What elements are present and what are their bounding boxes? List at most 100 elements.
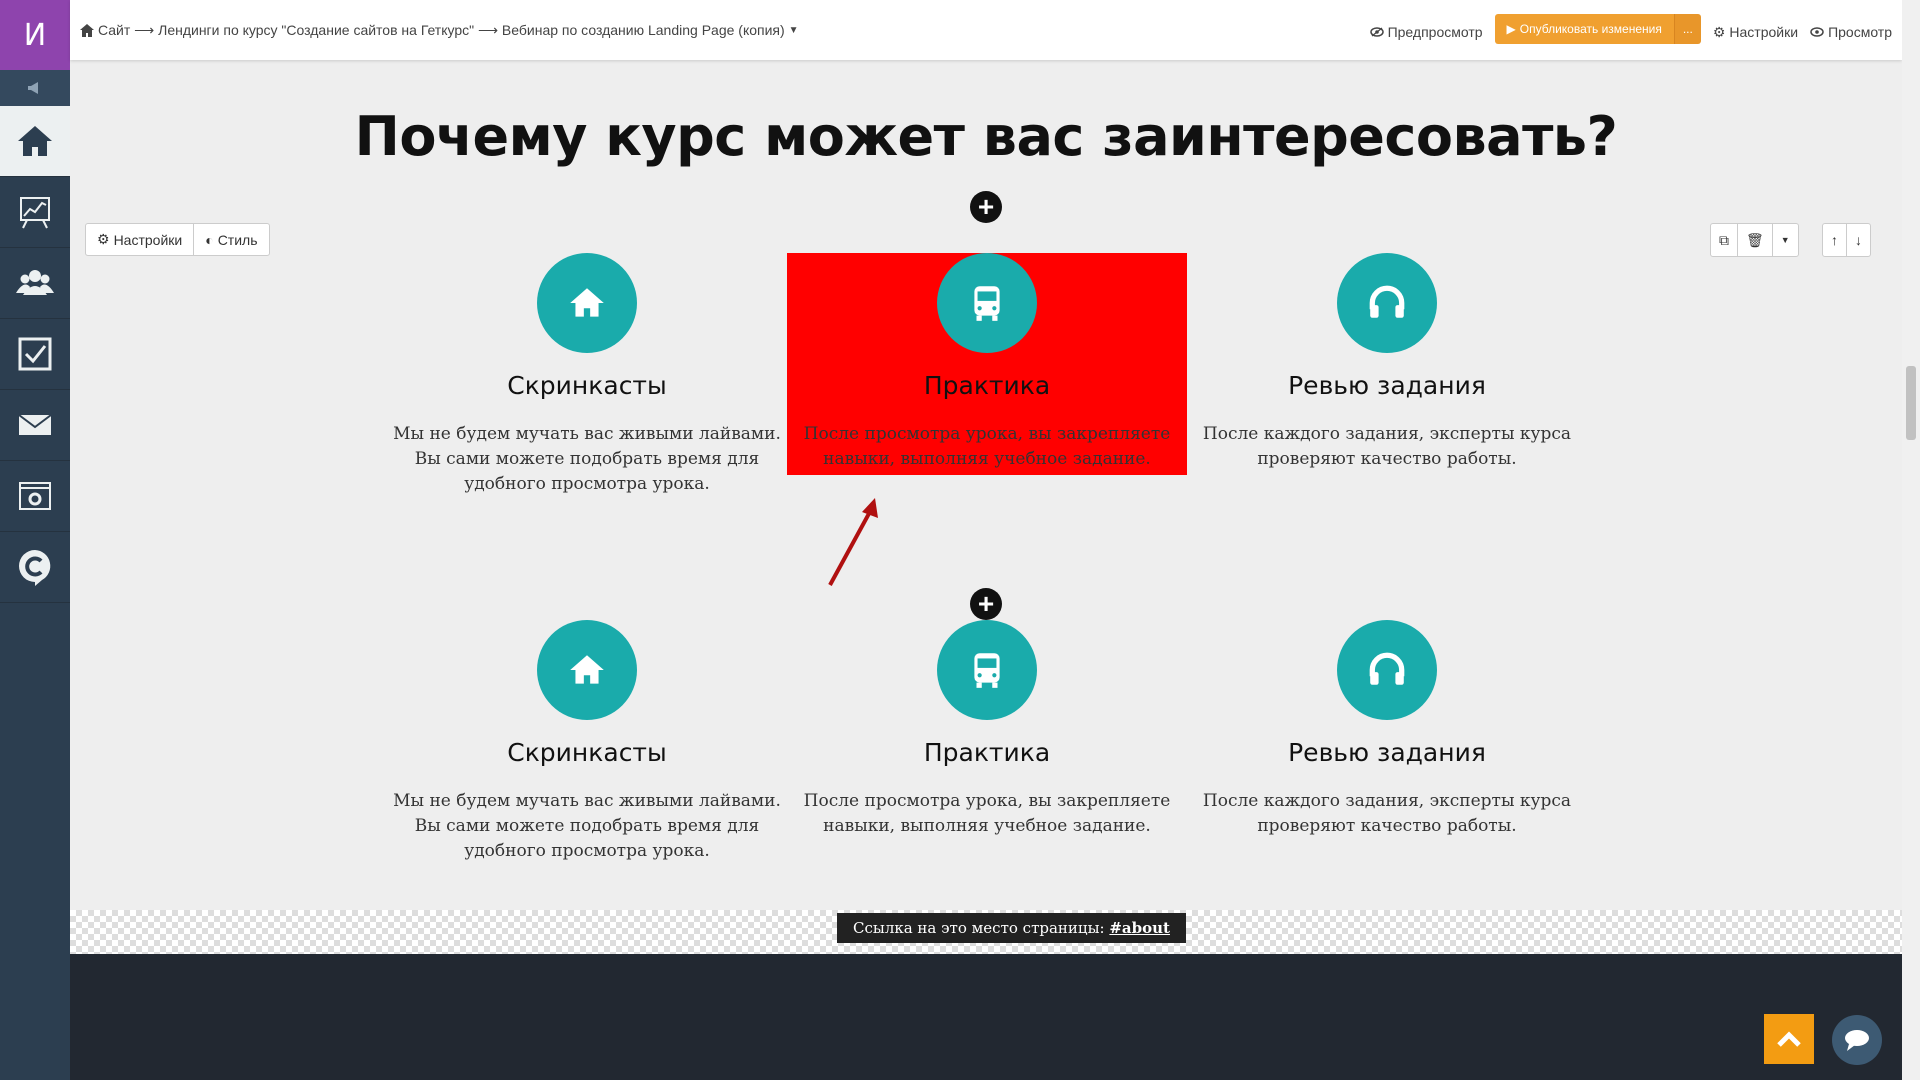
- publish-label: Опубликовать изменения: [1519, 22, 1662, 36]
- c-logo-icon: [19, 550, 51, 586]
- publish-button[interactable]: ▶ Опубликовать изменения: [1494, 14, 1674, 44]
- feature-item[interactable]: Ревью задания После каждого задания, экс…: [1187, 253, 1587, 472]
- add-block-button[interactable]: +: [970, 191, 1002, 223]
- feature-icon-circle: [537, 620, 637, 720]
- sidebar-item-chat[interactable]: [0, 532, 70, 603]
- anchor-label-text: Ссылка на это место страницы:: [853, 919, 1105, 937]
- feature-description: Мы не будем мучать вас живыми лайвами. В…: [393, 791, 781, 861]
- gear-icon: ⚙: [97, 231, 110, 247]
- sidebar-item-chart[interactable]: [0, 177, 70, 248]
- mail-icon: [18, 414, 52, 435]
- feature-icon-circle: [937, 253, 1037, 353]
- chat-icon: [1845, 1030, 1869, 1051]
- feature-item[interactable]: Ревью задания После каждого задания, экс…: [1187, 620, 1587, 839]
- block-style-button[interactable]: ◐ Стиль: [193, 224, 268, 255]
- sidebar-item-tasks[interactable]: [0, 319, 70, 390]
- breadcrumb[interactable]: Сайт ⟶ Лендинги по курсу "Создание сайто…: [80, 22, 799, 39]
- arrow-up-icon: ↑: [1831, 232, 1838, 248]
- preview-label: Предпросмотр: [1387, 24, 1483, 40]
- headphones-icon: [1369, 285, 1405, 318]
- feature-title: Ревью задания: [1288, 738, 1486, 767]
- feature-title: Скринкасты: [507, 371, 667, 400]
- feature-title: Скринкасты: [507, 738, 667, 767]
- settings-window-icon: [19, 482, 51, 510]
- feature-description: После просмотра урока, вы закрепляете на…: [803, 791, 1171, 836]
- breadcrumb-text: Сайт ⟶ Лендинги по курсу "Создание сайто…: [98, 22, 785, 38]
- preview-link[interactable]: Предпросмотр: [1369, 24, 1483, 40]
- view-link[interactable]: Просмотр: [1810, 24, 1892, 40]
- feature-title: Практика: [923, 738, 1051, 767]
- publish-more-button[interactable]: ...: [1673, 14, 1701, 44]
- anchor-link-label[interactable]: Ссылка на это место страницы: #about: [837, 913, 1186, 943]
- move-actions: ↑ ↓: [1822, 223, 1871, 257]
- feature-icon-circle: [537, 253, 637, 353]
- publish-group: ▶ Опубликовать изменения ...: [1494, 14, 1701, 44]
- feature-title: Ревью задания: [1288, 371, 1486, 400]
- feature-description: После каждого задания, эксперты курса пр…: [1202, 791, 1572, 836]
- feature-icon-circle: [1337, 253, 1437, 353]
- page-scrollbar[interactable]: [1902, 0, 1920, 1080]
- copy-icon: ⧉: [1719, 231, 1729, 248]
- feature-icon-circle: [1337, 620, 1437, 720]
- home-icon: [570, 288, 604, 317]
- feature-item[interactable]: Практика После просмотра урока, вы закре…: [787, 253, 1187, 472]
- caret-down-icon: ▼: [788, 25, 799, 36]
- move-down-button[interactable]: ↓: [1846, 224, 1870, 256]
- more-dropdown-button[interactable]: ▼: [1771, 224, 1798, 256]
- arrow-down-icon: ↓: [1855, 232, 1862, 248]
- chat-button[interactable]: [1832, 1015, 1882, 1065]
- caret-down-icon: ▼: [1780, 235, 1790, 245]
- add-block-button[interactable]: +: [970, 588, 1002, 620]
- home-icon: [18, 126, 52, 156]
- feature-icon-circle: [937, 620, 1037, 720]
- delete-block-button[interactable]: 🗑: [1737, 224, 1772, 256]
- section-heading[interactable]: Почему курс может вас заинтересовать?: [70, 105, 1902, 168]
- feature-item[interactable]: Скринкасты Мы не будем мучать вас живыми…: [387, 253, 787, 497]
- copy-block-button[interactable]: ⧉: [1711, 224, 1737, 256]
- sidebar-item-users[interactable]: [0, 248, 70, 319]
- eye-icon: [1810, 27, 1824, 37]
- scroll-to-top-button[interactable]: [1764, 1014, 1814, 1064]
- feature-description: После просмотра урока, вы закрепляете на…: [803, 424, 1171, 469]
- settings-link[interactable]: ⚙ Настройки: [1713, 24, 1798, 41]
- users-icon: [16, 270, 54, 295]
- home-icon: [80, 24, 94, 37]
- logo-letter: И: [23, 17, 47, 53]
- megaphone-icon[interactable]: [0, 70, 70, 106]
- scrollbar-thumb[interactable]: [1906, 366, 1916, 440]
- block-actions: ⧉ 🗑 ▼: [1710, 223, 1799, 257]
- annotation-arrow: [828, 498, 878, 586]
- bus-icon: [974, 286, 1000, 321]
- page-canvas: Почему курс может вас заинтересовать? + …: [70, 60, 1902, 1080]
- feature-item[interactable]: Скринкасты Мы не будем мучать вас живыми…: [387, 620, 787, 864]
- feature-description: После каждого задания, эксперты курса пр…: [1202, 424, 1572, 469]
- checkbox-icon: [18, 337, 52, 371]
- app-logo[interactable]: И: [0, 0, 70, 70]
- block-settings-button[interactable]: ⚙ Настройки: [86, 224, 193, 255]
- eye-slash-icon: [1369, 27, 1384, 37]
- dark-section: [70, 954, 1902, 1080]
- sidebar-item-home[interactable]: [0, 106, 70, 177]
- chevron-up-icon: [1777, 1031, 1801, 1047]
- top-bar: Сайт ⟶ Лендинги по курсу "Создание сайто…: [70, 0, 1902, 60]
- headphones-icon: [1369, 652, 1405, 685]
- sidebar: И: [0, 0, 70, 1080]
- contrast-icon: ◐: [205, 231, 214, 248]
- anchor-link[interactable]: #about: [1109, 919, 1170, 937]
- block-toolbar: ⚙ Настройки ◐ Стиль: [85, 223, 270, 256]
- feature-description: Мы не будем мучать вас живыми лайвами. В…: [393, 424, 781, 494]
- chart-icon: [20, 197, 50, 229]
- block-style-label: Стиль: [217, 231, 258, 248]
- home-icon: [570, 655, 604, 684]
- sidebar-item-settings[interactable]: [0, 461, 70, 532]
- play-icon: ▶: [1506, 22, 1516, 36]
- move-up-button[interactable]: ↑: [1823, 224, 1846, 256]
- trash-icon: 🗑: [1746, 231, 1764, 248]
- settings-label: Настройки: [1729, 24, 1799, 40]
- view-label: Просмотр: [1828, 24, 1892, 40]
- sidebar-item-mail[interactable]: [0, 390, 70, 461]
- gear-icon: ⚙: [1712, 23, 1726, 40]
- bus-icon: [974, 653, 1000, 688]
- feature-item[interactable]: Практика После просмотра урока, вы закре…: [787, 620, 1187, 839]
- feature-title: Практика: [923, 371, 1051, 400]
